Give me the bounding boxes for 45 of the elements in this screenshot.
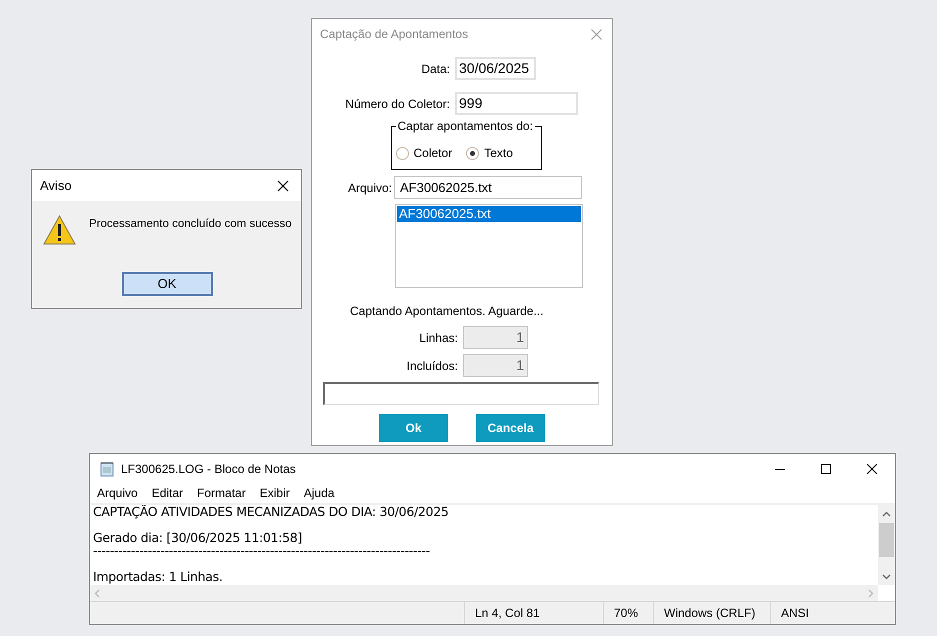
menu-item[interactable]: Arquivo (97, 484, 138, 502)
field-label: Incluídos: (406, 358, 459, 374)
warning-icon (43, 215, 76, 245)
menu-item[interactable]: Formatar (197, 484, 246, 502)
field-label: Data: (420, 60, 451, 78)
window-title: Captação de Apontamentos (320, 26, 468, 43)
text-line: Gerado dia: [30/06/2025 11:01:58] (93, 531, 303, 544)
alert-message: Processamento concluído com sucesso (89, 217, 292, 232)
status-segment: 70% (603, 602, 653, 624)
radio-button[interactable] (396, 146, 408, 160)
radio-button[interactable] (466, 146, 480, 160)
menu-item[interactable]: Editar (152, 484, 184, 502)
status-message: Captando Apontamentos. Aguarde... (350, 303, 544, 320)
status-segment: Ln 4, Col 81 (464, 602, 603, 624)
radio-label: Texto (484, 145, 513, 162)
input-field[interactable]: 30/06/2025 (455, 57, 536, 80)
menu-item[interactable]: Ajuda (304, 484, 334, 502)
scroll-left-icon[interactable] (94, 588, 100, 598)
radio-option[interactable]: Coletor (396, 144, 452, 162)
status-segment: Windows (CRLF) (653, 602, 770, 624)
input-field[interactable]: 999 (455, 92, 578, 115)
scroll-right-icon[interactable] (868, 588, 874, 598)
window-title: LF300625.LOG - Bloco de Notas (121, 460, 296, 478)
radio-label: Coletor (414, 145, 452, 162)
list-item[interactable]: AF30062025.txt (397, 206, 581, 222)
counter-field: 1 (463, 326, 528, 349)
scroll-down-icon[interactable] (882, 574, 891, 580)
field-label: Arquivo: (346, 180, 393, 196)
field-label: Linhas: (418, 330, 459, 346)
counter-field: 1 (463, 354, 528, 377)
ok-button[interactable]: OK (122, 272, 212, 296)
file-field[interactable]: AF30062025.txt (394, 176, 582, 199)
window-title: Aviso (40, 176, 72, 195)
notepad-icon (99, 460, 115, 476)
horizontal-scrollbar[interactable] (90, 585, 878, 601)
field-label: Número do Coletor: (344, 96, 451, 112)
text-line: Importadas: 1 Linhas. (93, 570, 224, 583)
status-segment: ANSI (770, 602, 895, 624)
close-icon[interactable] (277, 180, 289, 192)
vertical-scrollbar[interactable] (878, 505, 895, 585)
menu-item[interactable]: Exibir (260, 484, 290, 502)
text-line: -------------------------------------------------------------------------------- (93, 544, 431, 557)
radio-option[interactable]: Texto (466, 144, 513, 162)
group-legend: Captar apontamentos do: (396, 119, 535, 133)
scroll-up-icon[interactable] (882, 511, 891, 517)
